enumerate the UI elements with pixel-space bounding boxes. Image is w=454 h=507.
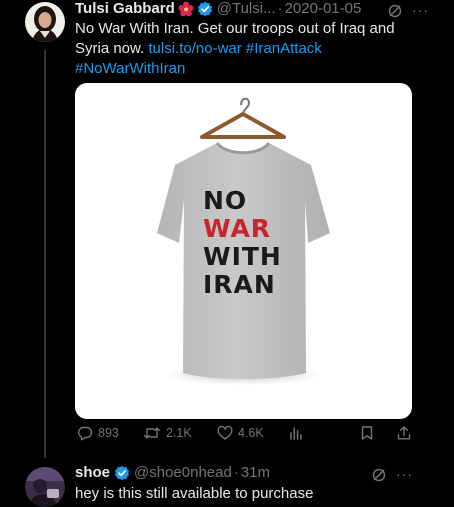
flower-emoji-icon [178, 1, 194, 17]
hanger-bar [200, 112, 286, 139]
tweet-text-line-2: Syria now. tulsi.to/no-war #IranAttack [75, 39, 420, 59]
reply-button[interactable]: 893 [77, 425, 119, 441]
reply-header: shoe @shoe0nhead · 31m [75, 464, 270, 481]
retweet-button[interactable]: 2.1K [143, 425, 192, 441]
avatar[interactable] [25, 2, 65, 42]
reply-avatar[interactable] [25, 467, 65, 507]
like-button[interactable]: 4.6K [217, 425, 264, 441]
more-options-icon[interactable]: ··· [396, 466, 413, 482]
retweet-icon [143, 427, 161, 439]
reply-author-name[interactable]: shoe [75, 464, 110, 481]
bookmark-icon [361, 426, 373, 440]
views-button[interactable] [288, 425, 304, 441]
reply-tweet[interactable]: shoe @shoe0nhead · 31m ··· hey is this s… [0, 460, 454, 507]
main-tweet[interactable]: Tulsi Gabbard @Tulsi... · 2020-01-05 ···… [0, 0, 454, 460]
author-handle[interactable]: @Tulsi... [217, 0, 276, 17]
author-name[interactable]: Tulsi Gabbard [75, 0, 175, 17]
grok-icon[interactable] [372, 468, 386, 482]
hanger-hook [240, 97, 251, 115]
tweet-text-line-1: No War With Iran. Get our troops out of … [75, 20, 395, 37]
reply-text: hey is this still available to purchase [75, 485, 314, 502]
shirt-text-no: NO [203, 186, 248, 215]
share-icon [397, 426, 411, 440]
tweet-link[interactable]: tulsi.to/no-war [148, 40, 241, 57]
time-separator: · [233, 464, 239, 481]
grok-icon[interactable] [388, 4, 402, 18]
reply-count: 893 [98, 426, 119, 440]
share-button[interactable] [396, 425, 412, 441]
hashtag-nowarwithiran[interactable]: #NoWarWithIran [75, 60, 185, 77]
heart-icon [217, 425, 233, 440]
more-options-icon[interactable]: ··· [412, 2, 429, 18]
date-separator: · [277, 0, 283, 17]
shirt-text-war: WAR [203, 214, 272, 243]
tweet-actions: 893 2.1K 4.6K [75, 425, 415, 445]
tweet-header: Tulsi Gabbard @Tulsi... · 2020-01-05 [75, 0, 361, 17]
shirt-print: NO WAR WITH IRAN [203, 187, 313, 299]
views-icon [290, 427, 302, 440]
shirt-text-with: WITH [203, 242, 282, 271]
shirt-text-iran: IRAN [203, 270, 276, 299]
reply-time[interactable]: 31m [241, 464, 270, 481]
reply-icon [78, 426, 93, 441]
tweet-text-line-3: #NoWarWithIran [75, 59, 420, 79]
hashtag-iranattack[interactable]: #IranAttack [246, 40, 322, 57]
bookmark-button[interactable] [359, 425, 375, 441]
tweet-date[interactable]: 2020-01-05 [285, 0, 362, 17]
retweet-count: 2.1K [166, 426, 192, 440]
verified-icon [197, 1, 213, 17]
verified-icon [114, 465, 130, 481]
tweet-text-prefix: Syria now. [75, 40, 145, 57]
like-count: 4.6K [238, 426, 264, 440]
tweet-media[interactable]: NO WAR WITH IRAN [75, 83, 412, 419]
reply-author-handle[interactable]: @shoe0nhead [134, 464, 232, 481]
tweet-text: No War With Iran. Get our troops out of … [75, 19, 420, 79]
